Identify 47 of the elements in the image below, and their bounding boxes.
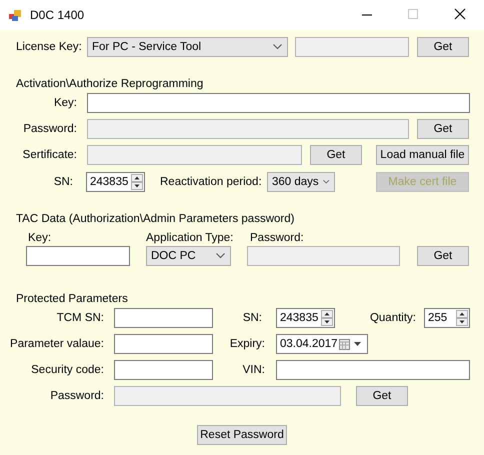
- get-button[interactable]: Get: [417, 246, 469, 266]
- field-label: SN:: [242, 312, 262, 324]
- field-label: Application Type:: [146, 232, 234, 244]
- spin-arrows-icon[interactable]: [456, 310, 468, 326]
- spin-arrows-icon[interactable]: [321, 310, 333, 326]
- sn-spinner[interactable]: 243835: [276, 308, 335, 328]
- spin-arrows-icon[interactable]: [131, 174, 143, 190]
- calendar-icon[interactable]: [339, 338, 350, 350]
- field-label: Password:: [50, 390, 104, 402]
- reset-password-button[interactable]: Reset Password: [197, 424, 287, 444]
- vin-field[interactable]: [276, 360, 470, 380]
- section-heading: TAC Data (Authorization\Admin Parameters password): [16, 213, 294, 225]
- field-label: SN:: [54, 176, 73, 188]
- sn-spinner[interactable]: 243835: [86, 172, 145, 192]
- field-label: Password:: [250, 232, 304, 244]
- security-code-field[interactable]: [114, 360, 213, 380]
- application-type-dropdown[interactable]: DOC PC: [146, 246, 231, 266]
- key-field[interactable]: [26, 246, 130, 266]
- field-label: Key:: [28, 232, 52, 244]
- field-label: Key:: [54, 97, 77, 109]
- field-label: Sertificate:: [22, 149, 77, 161]
- tcm-sn-field[interactable]: [114, 308, 213, 328]
- close-icon[interactable]: [454, 8, 466, 20]
- field-label: License Key:: [16, 41, 82, 53]
- key-field[interactable]: [87, 93, 470, 113]
- expiry-date-picker[interactable]: 03.04.2017: [276, 334, 368, 354]
- field-label: VIN:: [242, 364, 265, 376]
- chevron-icon: [216, 253, 225, 259]
- quantity-spinner[interactable]: 255: [424, 308, 470, 328]
- field-label: Quantity:: [370, 312, 416, 324]
- parameter-value-field[interactable]: [114, 334, 213, 354]
- period-dropdown[interactable]: 360 days: [267, 172, 335, 192]
- field-label: Password:: [23, 123, 77, 135]
- field-label: Parameter valaue:: [10, 338, 104, 350]
- section-heading: Activation\Authorize Reprogramming: [16, 78, 204, 90]
- field-label: TCM SN:: [56, 312, 104, 324]
- caret-icon[interactable]: [354, 342, 361, 346]
- field-label: Expiry:: [230, 338, 265, 350]
- field-label: Security code:: [31, 364, 104, 376]
- chevron-icon: [322, 179, 329, 185]
- get-button[interactable]: Get: [417, 37, 469, 57]
- license-type-dropdown[interactable]: For PC - Service Tool: [87, 37, 288, 57]
- section-heading: Protected Parameters: [16, 293, 128, 305]
- chevron-icon: [273, 44, 282, 50]
- window-title: D0C 1400: [30, 8, 84, 22]
- app-icon: [9, 9, 21, 21]
- field-label: Reactivation period:: [160, 176, 262, 188]
